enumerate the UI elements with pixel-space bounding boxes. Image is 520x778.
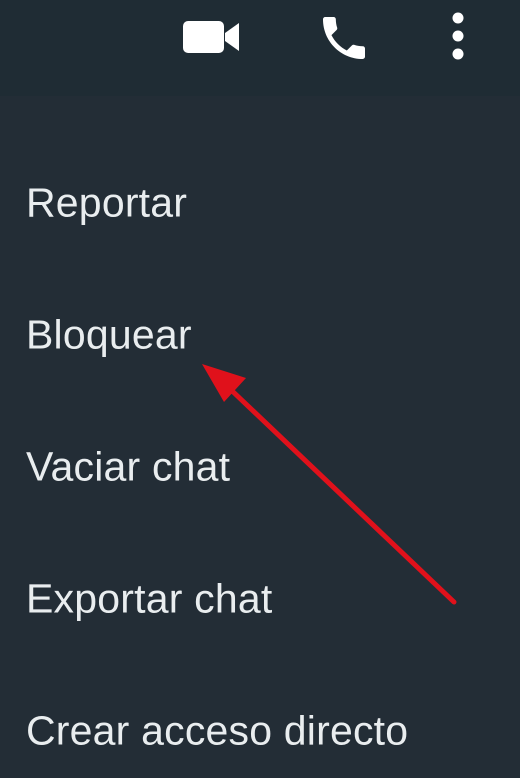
- menu-item-label: Crear acceso directo: [26, 707, 409, 754]
- more-vertical-icon[interactable]: [440, 10, 476, 66]
- menu-item-label: Exportar chat: [26, 575, 273, 622]
- whatsapp-chat-overflow-menu-screen: Reportar Bloquear Vaciar chat Exportar c…: [0, 0, 520, 778]
- overflow-menu: Reportar Bloquear Vaciar chat Exportar c…: [0, 96, 520, 778]
- menu-item-vaciar-chat[interactable]: Vaciar chat: [0, 402, 520, 532]
- menu-item-reportar[interactable]: Reportar: [0, 138, 520, 268]
- video-camera-icon[interactable]: [180, 14, 242, 58]
- menu-item-label: Bloquear: [26, 311, 192, 358]
- menu-item-bloquear[interactable]: Bloquear: [0, 270, 520, 400]
- menu-item-exportar-chat[interactable]: Exportar chat: [0, 534, 520, 664]
- chat-toolbar: [0, 0, 520, 96]
- menu-item-label: Reportar: [26, 179, 188, 226]
- menu-item-label: Vaciar chat: [26, 443, 231, 490]
- phone-icon[interactable]: [316, 10, 372, 66]
- menu-item-crear-acceso-directo[interactable]: Crear acceso directo: [0, 666, 520, 778]
